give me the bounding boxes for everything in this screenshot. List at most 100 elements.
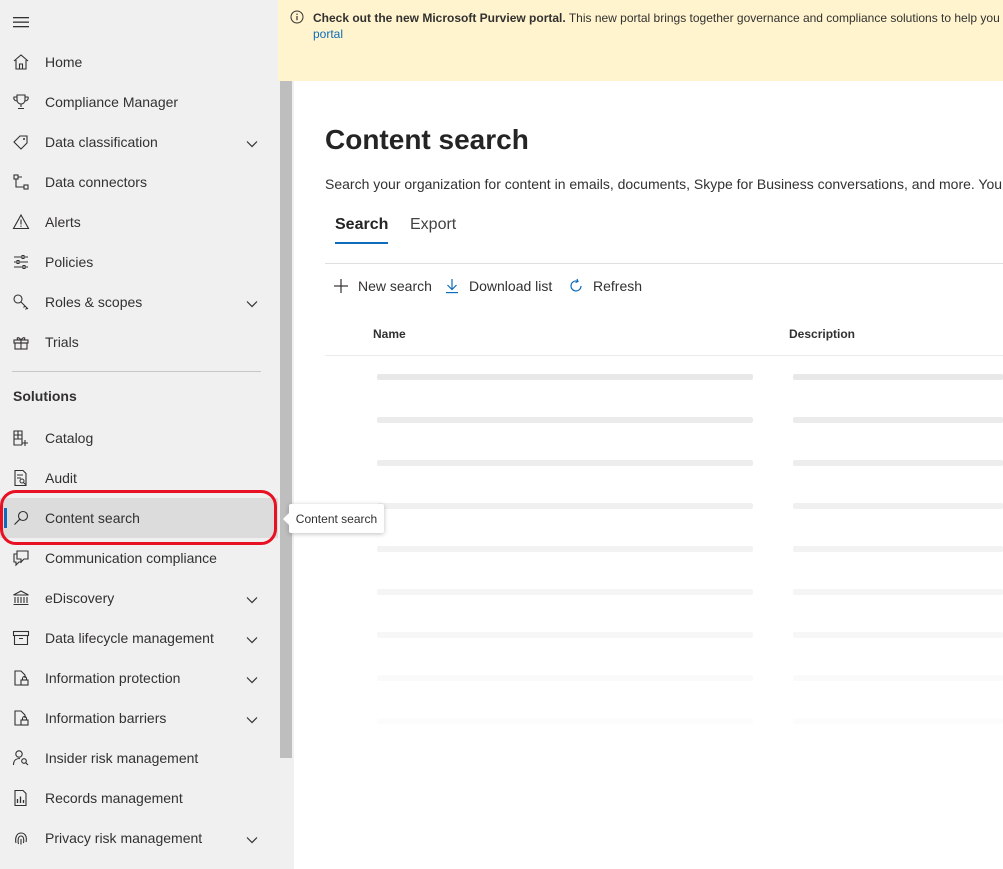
sidebar-item-label: Roles & scopes: [45, 294, 143, 310]
loading-placeholder-description: [793, 417, 1003, 423]
loading-placeholder-description: [793, 675, 1003, 681]
sidebar-item-records-management[interactable]: Records management: [0, 778, 278, 818]
lock-document-icon: [12, 669, 30, 687]
banner-body: This new portal brings together governan…: [565, 11, 1000, 25]
home-icon: [12, 53, 30, 71]
person-search-icon: [12, 749, 30, 767]
download-list-button[interactable]: Download list: [444, 277, 552, 295]
sidebar-item-label: Information protection: [45, 670, 181, 686]
app-root: Home Compliance Manager Data classificatio…: [0, 0, 1003, 869]
sidebar-item-alerts[interactable]: Alerts: [0, 202, 278, 242]
expand-chevron[interactable]: [245, 672, 259, 684]
trophy-icon: [12, 93, 30, 111]
sidebar-divider: [12, 371, 261, 372]
loading-placeholder-description: [793, 374, 1003, 380]
records-icon: [12, 789, 30, 807]
sidebar-item-catalog[interactable]: Catalog: [0, 418, 278, 458]
sidebar-item-data-lifecycle-management[interactable]: Data lifecycle management: [0, 618, 278, 658]
lock-document-icon: [12, 709, 30, 727]
sidebar-item-label: Audit: [45, 470, 77, 486]
announcement-banner: Check out the new Microsoft Purview port…: [278, 0, 1003, 81]
loading-placeholder-name: [377, 417, 753, 423]
sidebar-item-information-protection[interactable]: Information protection: [0, 658, 278, 698]
expand-chevron[interactable]: [245, 632, 259, 644]
sidebar-item-data-connectors[interactable]: Data connectors: [0, 162, 278, 202]
column-header-name[interactable]: Name: [373, 327, 406, 341]
sidebar-item-label: Communication compliance: [45, 550, 217, 566]
fingerprint-icon: [12, 829, 30, 847]
tabs-divider: [325, 263, 1003, 264]
sidebar-item-label: Data connectors: [45, 174, 147, 190]
loading-placeholder-name: [377, 632, 753, 638]
loading-placeholder-description: [793, 460, 1003, 466]
refresh-icon: [570, 278, 582, 292]
new-search-label: New search: [358, 278, 432, 294]
refresh-button[interactable]: Refresh: [568, 277, 642, 295]
sidebar-item-ediscovery[interactable]: eDiscovery: [0, 578, 278, 618]
bank-icon: [12, 589, 30, 607]
sidebar-item-label: Home: [45, 54, 83, 70]
sidebar-item-label: Data lifecycle management: [45, 630, 214, 646]
column-header-description[interactable]: Description: [789, 327, 855, 341]
loading-placeholder-description: [793, 589, 1003, 595]
expand-chevron[interactable]: [245, 296, 259, 308]
loading-placeholder-name: [377, 503, 753, 509]
page-description: Search your organization for content in …: [325, 176, 1003, 192]
highlight-annotation: [0, 490, 277, 545]
sidebar-item-compliance-manager[interactable]: Compliance Manager: [0, 82, 278, 122]
chevron-down-icon: [246, 141, 258, 148]
sidebar-item-privacy-risk-management[interactable]: Privacy risk management: [0, 818, 278, 858]
info-icon: [290, 10, 304, 24]
expand-chevron[interactable]: [245, 712, 259, 724]
tab-search[interactable]: Search: [335, 216, 389, 244]
loading-placeholder-name: [377, 718, 753, 724]
warning-icon: [12, 213, 30, 231]
download-icon: [446, 279, 458, 294]
sidebar-item-information-barriers[interactable]: Information barriers: [0, 698, 278, 738]
document-search-icon: [12, 469, 30, 487]
loading-placeholder-name: [377, 675, 753, 681]
grid-add-icon: [12, 429, 30, 447]
sidebar-item-label: Records management: [45, 790, 183, 806]
expand-chevron[interactable]: [245, 832, 259, 844]
sidebar-item-label: Alerts: [45, 214, 81, 230]
chat-icon: [12, 549, 30, 567]
loading-placeholder-description: [793, 546, 1003, 552]
left-navigation: Home Compliance Manager Data classificatio…: [0, 0, 278, 869]
chevron-down-icon: [246, 597, 258, 604]
loading-placeholder-description: [793, 718, 1003, 724]
tab-export[interactable]: Export: [410, 216, 456, 234]
sidebar-item-label: eDiscovery: [45, 590, 115, 606]
sidebar-item-roles-and-scopes[interactable]: Roles & scopes: [0, 282, 278, 322]
sidebar-item-trials[interactable]: Trials: [0, 322, 278, 362]
sidebar-scrollbar-thumb[interactable]: [280, 60, 292, 758]
header-divider: [325, 355, 1003, 356]
sidebar-item-policies[interactable]: Policies: [0, 242, 278, 282]
sidebar-item-label: Information barriers: [45, 710, 167, 726]
expand-chevron[interactable]: [245, 592, 259, 604]
sidebar-item-label: Compliance Manager: [45, 94, 179, 110]
loading-placeholder-name: [377, 460, 753, 466]
loading-placeholder-name: [377, 546, 753, 552]
refresh-label: Refresh: [593, 278, 643, 294]
sidebar-item-insider-risk-management[interactable]: Insider risk management: [0, 738, 278, 778]
sidebar-item-data-classification[interactable]: Data classification: [0, 122, 278, 162]
chevron-down-icon: [246, 637, 258, 644]
key-icon: [12, 293, 30, 311]
sidebar-item-label: Privacy risk management: [45, 830, 203, 846]
loading-placeholder-name: [377, 589, 753, 595]
tag-icon: [12, 133, 30, 151]
plus-icon: [334, 279, 348, 293]
banner-link[interactable]: portal: [313, 26, 343, 42]
tooltip: Content search: [283, 504, 384, 533]
banner-message: Check out the new Microsoft Purview port…: [313, 10, 1003, 26]
expand-chevron[interactable]: [245, 136, 259, 148]
sidebar-item-home[interactable]: Home: [0, 42, 278, 82]
loading-placeholder-name: [377, 374, 753, 380]
sidebar-item-label: Data classification: [45, 134, 158, 150]
chevron-down-icon: [246, 837, 258, 844]
download-list-label: Download list: [469, 278, 553, 294]
new-search-button[interactable]: New search: [333, 277, 432, 295]
hamburger-menu-button[interactable]: [11, 12, 33, 32]
solutions-section-title: Solutions: [13, 388, 77, 404]
